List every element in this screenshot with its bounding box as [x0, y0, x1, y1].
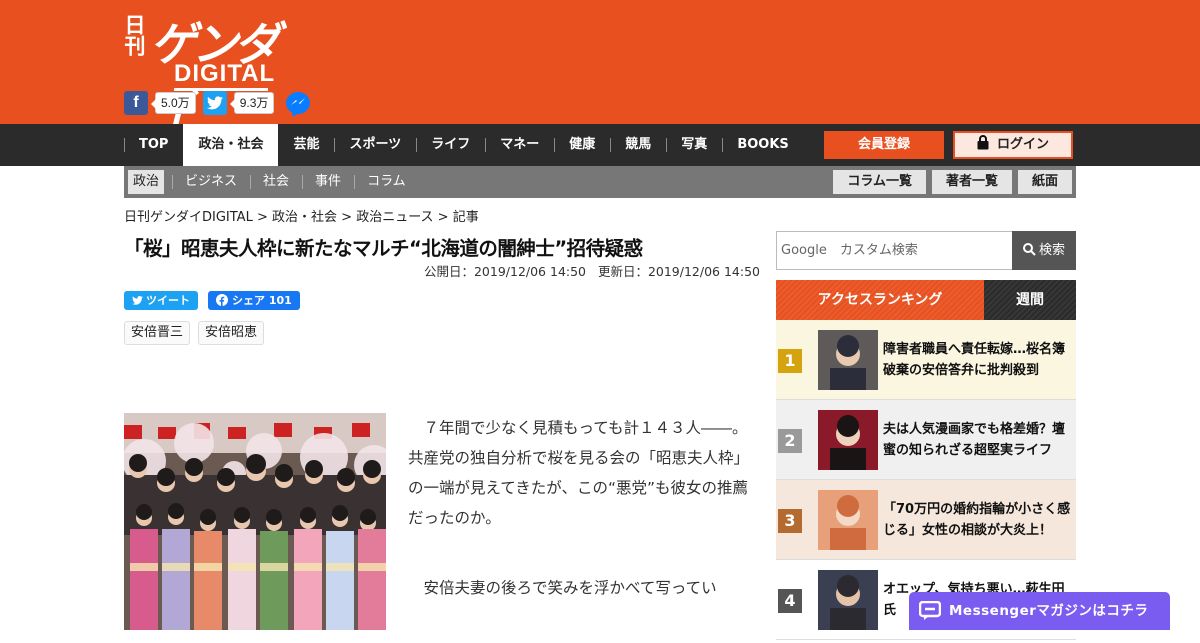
messenger-label: Messengerマガジンはコチラ — [949, 603, 1149, 619]
rank-thumbnail[interactable] — [818, 570, 878, 630]
logo-digital: DIGITAL — [174, 60, 276, 87]
site-logo[interactable]: 日刊 ゲンダイ DIGITAL — [122, 12, 306, 137]
site-search: 検索 — [776, 231, 1076, 270]
facebook-count: 5.0万 — [151, 92, 196, 114]
breadcrumb-item[interactable]: 政治・社会 — [272, 210, 337, 225]
updated-date: 2019/12/06 14:50 — [647, 264, 760, 279]
chat-icon — [919, 601, 941, 620]
social-counters: f 5.0万 9.3万 — [124, 91, 311, 115]
main-nav: TOP 政治・社会 芸能 スポーツ ライフ マネー 健康 競馬 写真 BOOKS 会員登録 ログイ… — [0, 124, 1200, 166]
tab-access-ranking[interactable]: アクセスランキング — [776, 280, 984, 320]
subnav-item-1[interactable]: ビジネス — [180, 170, 252, 194]
nav-item-6[interactable]: 健康 — [554, 124, 610, 166]
search-button-label: 検索 — [1038, 243, 1065, 258]
facebook-icon[interactable]: f — [124, 91, 148, 115]
login-label: ログイン — [996, 137, 1049, 152]
tab-weekly[interactable]: 週間 — [984, 280, 1076, 320]
subnav-item-4[interactable]: コラム — [362, 170, 411, 194]
article-body: ７年間で少なく見積もっても計１４３人――。共産党の独自分析で桜を見る会の「昭恵夫… — [408, 413, 758, 643]
tweet-button[interactable]: ツイート — [124, 291, 198, 310]
share-count: 101 — [268, 294, 292, 307]
ranking-item[interactable]: 2 夫は人気漫画家でも格差婚？壇蜜の知られざる超堅実ライフ — [776, 400, 1076, 480]
search-input[interactable] — [777, 232, 1013, 269]
subnav-button-2[interactable]: 紙面 — [1017, 170, 1072, 194]
breadcrumb-item[interactable]: 日刊ゲンダイDIGITAL — [124, 210, 253, 225]
twitter-icon — [132, 296, 143, 305]
messenger-icon[interactable] — [285, 90, 311, 116]
ranking-tabs: アクセスランキング 週間 — [776, 280, 1076, 320]
subnav-button-0[interactable]: コラム一覧 — [833, 170, 926, 194]
tag-item[interactable]: 安倍晋三 — [124, 321, 191, 345]
search-icon — [1022, 243, 1036, 256]
login-button[interactable]: ログイン — [953, 131, 1073, 159]
nav-item-9[interactable]: BOOKS — [722, 124, 803, 166]
nav-item-2[interactable]: 芸能 — [278, 124, 334, 166]
rank-thumbnail[interactable] — [818, 410, 878, 470]
share-bar: ツイート シェア 101 — [124, 291, 300, 310]
article-tags: 安倍晋三 安倍昭恵 — [124, 321, 272, 345]
facebook-share-button[interactable]: シェア 101 — [208, 291, 300, 310]
main-nav-items: TOP 政治・社会 芸能 スポーツ ライフ マネー 健康 競馬 写真 BOOKS — [124, 124, 804, 166]
article-dates: 公開日：2019/12/06 14:50 更新日：2019/12/06 14:5… — [124, 261, 760, 280]
ranking-item[interactable]: 3 「70万円の婚約指輪が小さく感じる」女性の相談が大炎上！ — [776, 480, 1076, 560]
nav-item-4[interactable]: ライフ — [416, 124, 485, 166]
article-photo[interactable] — [124, 413, 386, 630]
subnav-item-2[interactable]: 社会 — [258, 170, 304, 194]
lock-icon — [977, 135, 989, 150]
breadcrumb-separator: > — [433, 210, 453, 225]
twitter-icon[interactable] — [202, 91, 227, 115]
rank-headline: 「70万円の婚約指輪が小さく感じる」女性の相談が大炎上！ — [883, 502, 1071, 538]
article-title: 「桜」昭恵夫人枠に新たなマルチ“北海道の闇紳士”招待疑惑 — [124, 237, 643, 260]
twitter-count: 9.3万 — [229, 92, 275, 114]
search-button[interactable]: 検索 — [1012, 231, 1076, 270]
nav-item-5[interactable]: マネー — [485, 124, 554, 166]
sub-nav: 政治 ビジネス 社会 事件 コラム コラム一覧 著者一覧 紙面 — [124, 166, 1076, 198]
messenger-magazine-button[interactable]: Messengerマガジンはコチラ — [909, 592, 1170, 630]
site-header: 日刊 ゲンダイ DIGITAL f 5.0万 9.3万 — [0, 0, 1200, 137]
rank-headline: 夫は人気漫画家でも格差婚？壇蜜の知られざる超堅実ライフ — [883, 422, 1066, 458]
rank-number: 3 — [778, 509, 802, 533]
tag-item[interactable]: 安倍昭恵 — [198, 321, 265, 345]
rank-thumbnail[interactable] — [818, 330, 878, 390]
sub-nav-items: 政治 ビジネス 社会 事件 コラム — [128, 170, 427, 194]
article-paragraph: ７年間で少なく見積もっても計１４３人――。共産党の独自分析で桜を見る会の「昭恵夫… — [408, 419, 750, 527]
updated-label: 更新日： — [597, 264, 648, 279]
tweet-label: ツイート — [146, 294, 190, 307]
share-label: シェア — [232, 294, 265, 307]
rank-number: 1 — [778, 349, 802, 373]
breadcrumb-item: 記事 — [452, 210, 479, 225]
sub-nav-buttons: コラム一覧 著者一覧 紙面 — [827, 170, 1072, 194]
breadcrumb-separator: > — [337, 210, 357, 225]
rank-number: 4 — [778, 589, 802, 613]
breadcrumb: 日刊ゲンダイDIGITAL > 政治・社会 > 政治ニュース > 記事 — [124, 206, 479, 225]
logo-nikkan: 日刊 — [122, 14, 146, 56]
subnav-item-0[interactable]: 政治 — [128, 170, 174, 194]
nav-item-0[interactable]: TOP — [124, 124, 183, 166]
nav-item-3[interactable]: スポーツ — [334, 124, 416, 166]
rank-headline: 障害者職員へ責任転嫁…桜名簿破棄の安倍答弁に批判殺到 — [883, 342, 1066, 378]
nav-item-7[interactable]: 競馬 — [610, 124, 666, 166]
subnav-item-3[interactable]: 事件 — [310, 170, 356, 194]
facebook-icon — [216, 294, 228, 306]
published-date: 2019/12/06 14:50 — [473, 264, 587, 279]
rank-number: 2 — [778, 429, 802, 453]
subnav-button-1[interactable]: 著者一覧 — [931, 170, 1012, 194]
breadcrumb-separator: > — [252, 210, 272, 225]
rank-thumbnail[interactable] — [818, 490, 878, 550]
register-button[interactable]: 会員登録 — [824, 131, 944, 159]
published-label: 公開日： — [423, 264, 474, 279]
nav-item-1[interactable]: 政治・社会 — [183, 124, 279, 166]
breadcrumb-item[interactable]: 政治ニュース — [356, 210, 433, 225]
nav-item-8[interactable]: 写真 — [666, 124, 722, 166]
ranking-item[interactable]: 1 障害者職員へ責任転嫁…桜名簿破棄の安倍答弁に批判殺到 — [776, 320, 1076, 400]
article-paragraph: 安倍夫妻の後ろで笑みを浮かべて写ってい — [423, 579, 717, 597]
